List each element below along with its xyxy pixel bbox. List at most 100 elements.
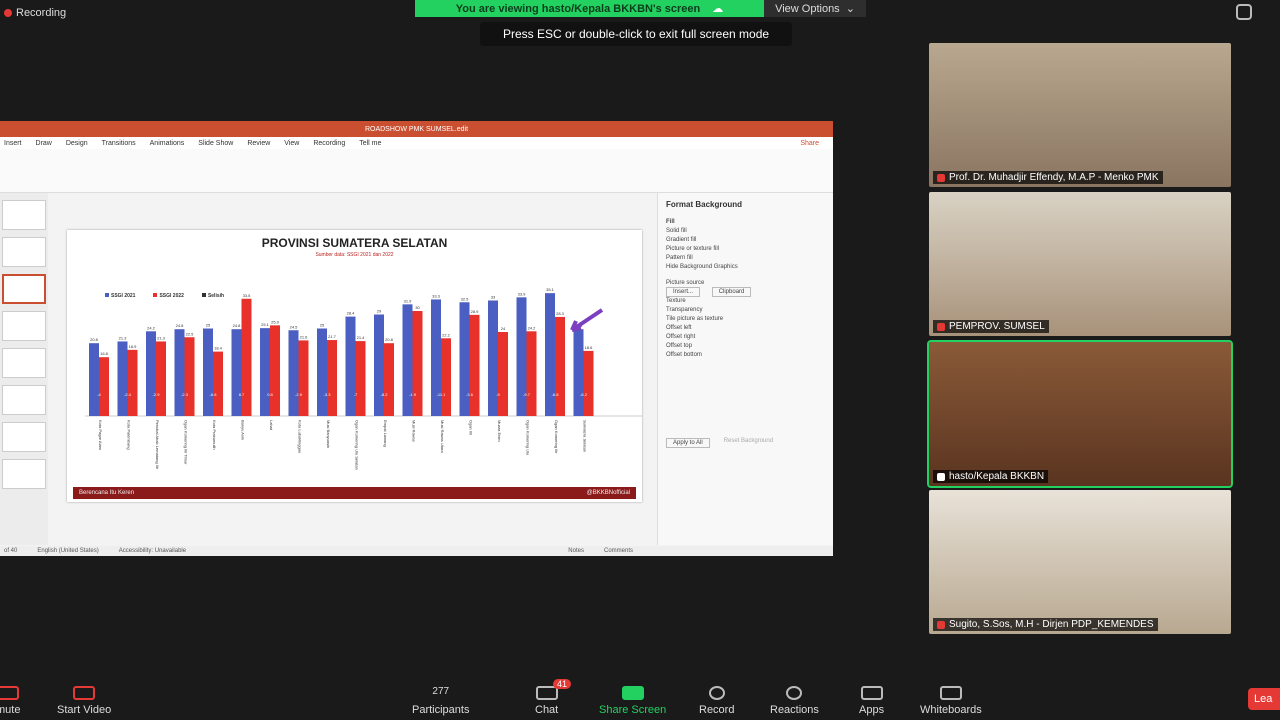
- participants-label: Participants: [412, 704, 470, 716]
- video-tile-active-speaker[interactable]: hasto/Kepala BKKBN: [927, 340, 1233, 488]
- bar: [288, 330, 299, 416]
- bar-chart: 20.816.8-4Kota Pagar Alam21.318.9-2.4Kot…: [85, 287, 642, 470]
- apply-all-button[interactable]: Apply to All: [666, 438, 710, 448]
- selisih-label: -9.7: [523, 392, 531, 397]
- bar-value-label: 24.2: [147, 325, 156, 330]
- selisih-label: -2.9: [295, 392, 303, 397]
- fullscreen-hint: Press ESC or double-click to exit full s…: [480, 22, 792, 46]
- bar: [146, 331, 156, 416]
- apps-icon: [860, 686, 883, 700]
- participants-button[interactable]: 277 Participants: [412, 686, 469, 716]
- opt-pattern[interactable]: Pattern fill: [666, 255, 825, 261]
- clipboard-button[interactable]: Clipboard: [711, 287, 752, 297]
- mic-muted-icon: [937, 620, 945, 629]
- slide-thumb[interactable]: [2, 422, 46, 452]
- bar-value-label: 22.2: [442, 332, 451, 337]
- opt-hide-bg[interactable]: Hide Background Graphics: [666, 264, 825, 270]
- reactions-label: Reactions: [770, 704, 819, 716]
- ppt-share-button[interactable]: Share: [800, 140, 819, 147]
- whiteboards-button[interactable]: Whiteboards: [920, 686, 982, 716]
- bar-value-label: 33: [491, 295, 496, 300]
- transparency-label[interactable]: Transparency: [666, 307, 825, 313]
- slide-thumb[interactable]: [2, 459, 46, 489]
- video-tile[interactable]: Sugito, S.Sos, M.H - Dirjen PDP_KEMENDES: [929, 490, 1231, 634]
- leave-button[interactable]: Lea: [1248, 688, 1280, 710]
- menu-insert[interactable]: Insert: [4, 140, 22, 147]
- category-tick-label: Musi Rawas Utara: [440, 420, 445, 453]
- slide-thumb-selected[interactable]: [2, 274, 46, 304]
- reset-bg-button[interactable]: Reset Background: [724, 438, 773, 448]
- menu-recording[interactable]: Recording: [313, 140, 345, 147]
- bar: [498, 332, 508, 416]
- slide-thumb[interactable]: [2, 200, 46, 230]
- offset-left[interactable]: Offset left: [666, 325, 825, 331]
- menu-design[interactable]: Design: [66, 140, 88, 147]
- share-screen-button[interactable]: Share Screen: [599, 686, 666, 716]
- menu-draw[interactable]: Draw: [36, 140, 52, 147]
- bar-value-label: 21.7: [328, 334, 337, 339]
- video-tile[interactable]: PEMPROV. SUMSEL: [929, 192, 1231, 336]
- participant-name: PEMPROV. SUMSEL: [949, 321, 1045, 332]
- slide-thumb[interactable]: [2, 237, 46, 267]
- tile-name-tag: hasto/Kepala BKKBN: [933, 470, 1049, 483]
- selisih-label: -8.2: [381, 392, 389, 397]
- bar-value-label: 25.1: [261, 322, 270, 327]
- bar-value-label: 31.9: [404, 298, 413, 303]
- bar: [583, 350, 594, 416]
- record-button[interactable]: Record: [699, 686, 734, 716]
- menu-slideshow[interactable]: Slide Show: [198, 140, 233, 147]
- bar: [469, 314, 480, 416]
- video-tile[interactable]: Prof. Dr. Muhadjir Effendy, M.A.P - Menk…: [929, 43, 1231, 187]
- insert-button[interactable]: Insert...: [666, 287, 701, 297]
- offset-right[interactable]: Offset right: [666, 334, 825, 340]
- bar-value-label: 24.5: [290, 324, 299, 329]
- mic-icon: [937, 472, 945, 481]
- shared-screen[interactable]: ROADSHOW PMK SUMSEL.edit Insert Draw Des…: [0, 121, 833, 556]
- bar-value-label: 21.3: [157, 335, 166, 340]
- picture-buttons: Insert... Clipboard: [666, 287, 825, 297]
- ppt-statusbar: of 40 English (United States) Accessibil…: [0, 546, 833, 556]
- slide-thumb[interactable]: [2, 311, 46, 341]
- chat-button[interactable]: Chat: [535, 686, 558, 716]
- status-notes[interactable]: Notes: [568, 548, 584, 554]
- bar-value-label: 35.1: [546, 287, 555, 292]
- cloud-icon: ☁: [712, 3, 724, 15]
- record-icon: [708, 686, 725, 700]
- opt-gradient[interactable]: Gradient fill: [666, 237, 825, 243]
- bar-value-label: 33.9: [518, 291, 527, 296]
- whiteboards-label: Whiteboards: [920, 704, 982, 716]
- bar: [345, 316, 356, 416]
- reactions-button[interactable]: Reactions: [770, 686, 819, 716]
- recording-indicator[interactable]: Recording: [0, 4, 66, 22]
- slide-thumb[interactable]: [2, 348, 46, 378]
- apps-button[interactable]: Apps: [859, 686, 884, 716]
- speaker-view-icon[interactable]: [1236, 4, 1252, 20]
- selisih-label: -2.9: [153, 392, 161, 397]
- view-options-label: View Options: [775, 2, 840, 15]
- selisih-label: -11.1: [437, 392, 447, 397]
- menu-tellme[interactable]: Tell me: [359, 140, 381, 147]
- menu-view[interactable]: View: [284, 140, 299, 147]
- menu-transitions[interactable]: Transitions: [102, 140, 136, 147]
- status-comments[interactable]: Comments: [604, 548, 633, 554]
- menu-review[interactable]: Review: [247, 140, 270, 147]
- opt-picture[interactable]: Picture or texture fill: [666, 246, 825, 252]
- fill-section[interactable]: Fill: [666, 219, 825, 225]
- bar-value-label: 18.9: [129, 344, 138, 349]
- unmute-button[interactable]: mute: [0, 686, 20, 716]
- bar-value-label: 29: [377, 309, 382, 314]
- offset-top[interactable]: Offset top: [666, 343, 825, 349]
- bar-value-label: 21.4: [357, 335, 366, 340]
- bar: [270, 325, 280, 416]
- participant-name: hasto/Kepala BKKBN: [949, 471, 1045, 482]
- offset-bottom[interactable]: Offset bottom: [666, 352, 825, 358]
- start-video-button[interactable]: Start Video: [57, 686, 111, 716]
- bar: [459, 302, 470, 416]
- tile-option[interactable]: Tile picture as texture: [666, 316, 825, 322]
- ppt-menubar: Insert Draw Design Transitions Animation…: [0, 137, 833, 149]
- bar-value-label: 24.8: [176, 323, 185, 328]
- view-options-button[interactable]: View Options ⌄: [764, 0, 866, 17]
- slide-thumb[interactable]: [2, 385, 46, 415]
- opt-solid[interactable]: Solid fill: [666, 228, 825, 234]
- menu-animations[interactable]: Animations: [150, 140, 185, 147]
